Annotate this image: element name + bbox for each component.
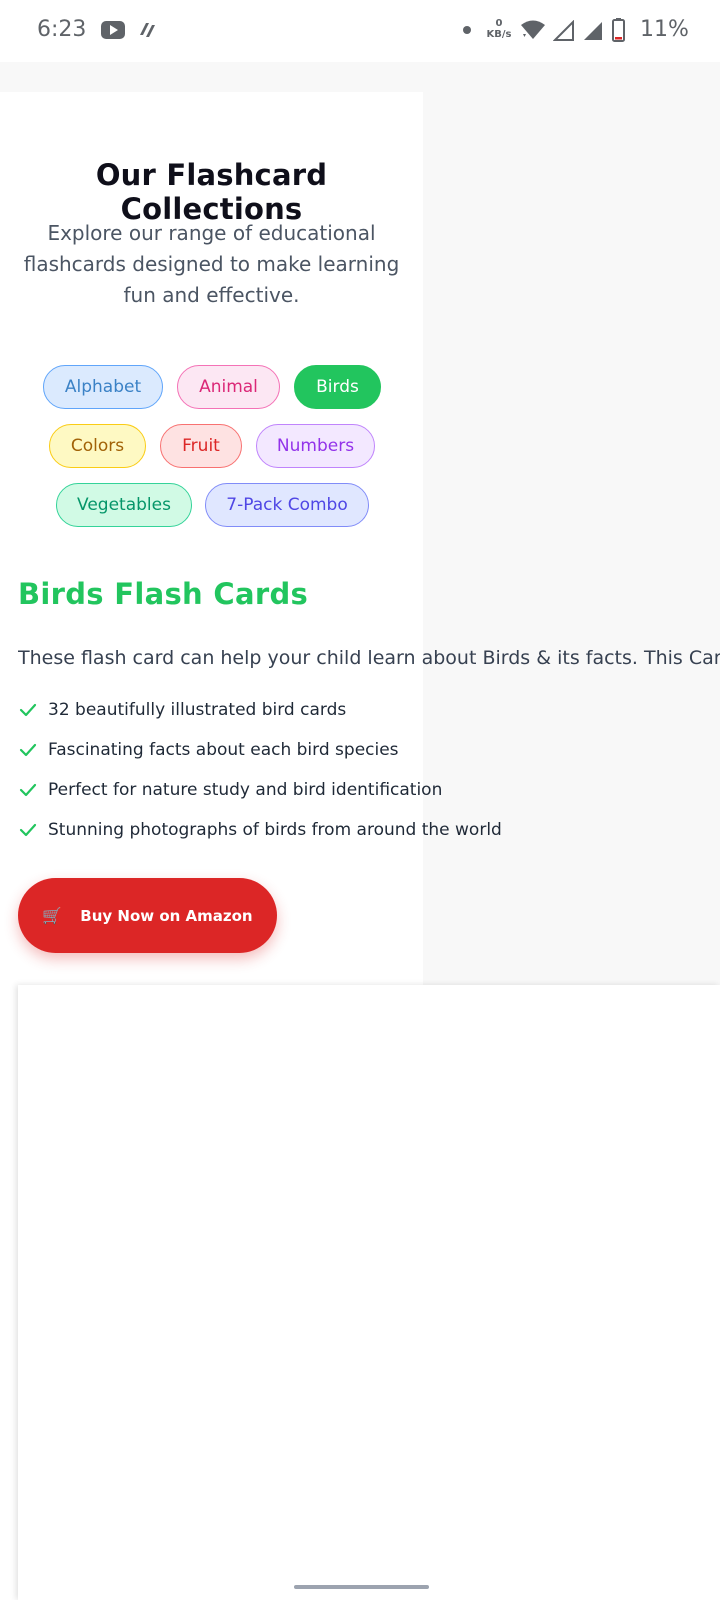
youtube-icon	[101, 21, 125, 39]
section-title: Birds Flash Cards	[18, 577, 309, 611]
category-pill-numbers[interactable]: Numbers	[256, 424, 375, 468]
status-bar: 6:23 0 KB/s 11%	[0, 0, 720, 62]
cart-icon: 🛒	[42, 906, 63, 925]
wifi-icon	[521, 20, 545, 39]
home-indicator[interactable]	[294, 1585, 429, 1589]
feature-item: Perfect for nature study and bird identi…	[18, 770, 502, 810]
content-card	[18, 985, 720, 1600]
feature-item: Fascinating facts about each bird specie…	[18, 730, 502, 770]
feature-list: 32 beautifully illustrated bird cards Fa…	[18, 690, 502, 850]
signal-icon	[584, 22, 602, 40]
category-pill-fruit[interactable]: Fruit	[160, 424, 242, 468]
page-subtitle: Explore our range of educational flashca…	[23, 221, 400, 307]
app-notification-icon	[140, 23, 155, 37]
category-pill-alphabet[interactable]: Alphabet	[43, 365, 163, 409]
page-side-panel	[423, 92, 720, 985]
section-description: These flash card can help your child lea…	[18, 647, 720, 669]
check-icon	[19, 743, 37, 757]
check-icon	[19, 783, 37, 797]
feature-item: Stunning photographs of birds from aroun…	[18, 810, 502, 850]
network-speed: 0 KB/s	[486, 18, 512, 40]
notification-dot-icon	[463, 26, 471, 34]
feature-item: 32 beautifully illustrated bird cards	[18, 690, 502, 730]
network-speed-value: 0	[495, 18, 503, 29]
network-speed-unit: KB/s	[486, 29, 512, 40]
check-icon	[19, 823, 37, 837]
battery-icon	[612, 18, 625, 42]
feature-text: Fascinating facts about each bird specie…	[48, 740, 399, 760]
screen: 6:23 0 KB/s 11% Our Flashcard Collection…	[0, 0, 720, 1600]
feature-text: 32 beautifully illustrated bird cards	[48, 700, 347, 720]
buy-button-label: Buy Now on Amazon	[80, 906, 253, 925]
feature-text: Perfect for nature study and bird identi…	[48, 780, 443, 800]
signal-outline-icon	[553, 20, 574, 41]
category-pill-birds[interactable]: Birds	[294, 365, 381, 409]
feature-text: Stunning photographs of birds from aroun…	[48, 820, 502, 840]
category-pill-colors[interactable]: Colors	[49, 424, 146, 468]
category-pill-vegetables[interactable]: Vegetables	[56, 483, 192, 527]
battery-percent: 11%	[640, 17, 689, 42]
page-title: Our Flashcard Collections	[95, 158, 328, 226]
category-pill-animal[interactable]: Animal	[177, 365, 280, 409]
category-pill-7-pack-combo[interactable]: 7-Pack Combo	[205, 483, 369, 527]
check-icon	[19, 703, 37, 717]
status-time: 6:23	[37, 17, 87, 42]
buy-now-amazon-button[interactable]: 🛒 Buy Now on Amazon	[18, 878, 277, 953]
page-top-band	[0, 62, 720, 92]
